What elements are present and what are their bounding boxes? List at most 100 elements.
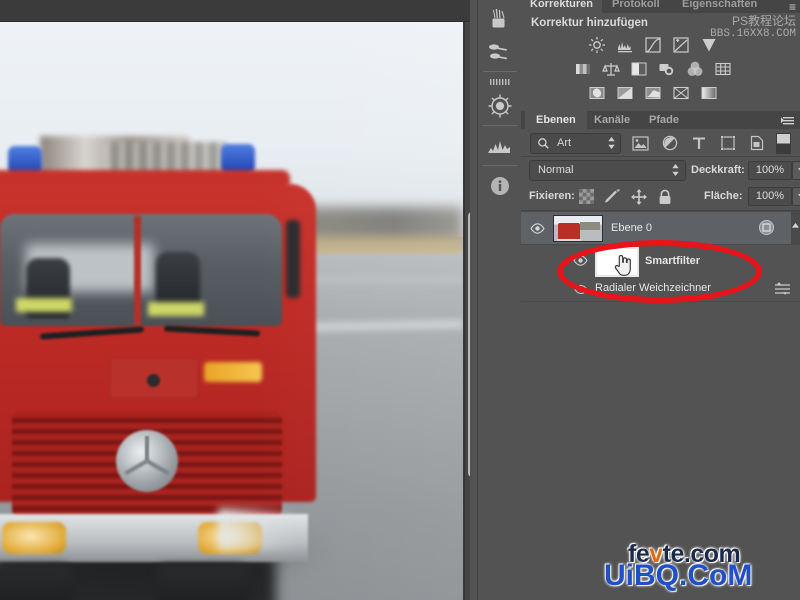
color-wheel-icon[interactable] — [478, 89, 522, 122]
filter-options-icon[interactable] — [774, 281, 791, 301]
adjustments-row-2[interactable] — [573, 59, 732, 78]
fill-label: Fläche: — [704, 190, 743, 202]
photoshop-window: Korrekturen Protokoll Eigenschaften ≡ Ko… — [0, 0, 800, 600]
side-mirror — [286, 220, 300, 298]
selective-color-icon[interactable] — [671, 83, 690, 102]
histogram-icon[interactable] — [478, 129, 522, 162]
filter-adjustment-icon[interactable] — [660, 134, 679, 152]
fill-value[interactable]: 100% — [748, 187, 792, 206]
panel-menu-icon[interactable] — [781, 114, 795, 125]
headlight-left — [2, 522, 66, 554]
document-canvas-area[interactable] — [0, 0, 470, 600]
lock-image-icon[interactable] — [604, 188, 621, 205]
opacity-label: Deckkraft: — [691, 164, 745, 176]
spray-blur — [218, 508, 298, 550]
fill-dropdown-arrow[interactable] — [792, 187, 800, 206]
red-ellipse-highlight — [557, 240, 762, 303]
layer-filter-bar[interactable]: Art — [521, 129, 800, 157]
adjustments-title: Korrektur hinzufügen — [531, 17, 648, 29]
watermark-top-url: BBS.16XX8.COM — [710, 28, 796, 40]
stepper-icon[interactable] — [671, 163, 680, 177]
mercedes-star-spoke — [145, 436, 149, 461]
invert-icon[interactable] — [587, 83, 606, 102]
adjustments-row-3[interactable] — [587, 83, 718, 102]
black-white-icon[interactable] — [629, 59, 648, 78]
lock-label: Fixieren: — [529, 190, 575, 202]
layer-visibility-eye-icon[interactable] — [530, 221, 545, 236]
tab-ebenen[interactable]: Ebenen — [525, 111, 587, 129]
watermark-bottom: fevte.com UiBQ.CoM — [604, 540, 794, 592]
windshield-divider — [134, 216, 141, 326]
dock-separator-3 — [483, 165, 517, 166]
layer-kind-select[interactable]: Art — [530, 133, 621, 154]
panel-knob — [147, 374, 160, 387]
wheel-left — [0, 564, 72, 600]
opacity-value[interactable]: 100% — [748, 161, 792, 180]
layers-tab-strip[interactable]: Ebenen Kanäle Pfade — [521, 111, 800, 129]
layer-kind-label: Art — [557, 137, 572, 149]
clone-source-icon[interactable] — [478, 35, 522, 68]
info-icon[interactable] — [478, 169, 522, 202]
gradient-map-icon[interactable] — [699, 83, 718, 102]
amber-indicator — [204, 362, 262, 382]
tab-protokoll[interactable]: Protokoll — [603, 0, 669, 13]
grid-lines-icon[interactable] — [478, 75, 522, 89]
blend-mode-row[interactable]: Normal Deckkraft: 100% — [521, 157, 800, 183]
watermark-top: PS教程论坛 BBS.16XX8.COM — [710, 15, 796, 41]
scrollbar-thumb[interactable] — [468, 212, 470, 477]
stepper-icon[interactable] — [607, 136, 616, 150]
thumbnail-bumper — [557, 239, 581, 241]
tab-pfade[interactable]: Pfade — [638, 111, 690, 129]
exposure-icon[interactable] — [671, 35, 690, 54]
filter-pixel-icon[interactable] — [631, 134, 650, 152]
channel-mixer-icon[interactable] — [685, 59, 704, 78]
posterize-icon[interactable] — [615, 83, 634, 102]
hue-saturation-icon[interactable] — [573, 59, 592, 78]
levels-icon[interactable] — [615, 35, 634, 54]
blend-mode-value: Normal — [538, 164, 574, 176]
adjustments-row-1[interactable] — [587, 35, 718, 54]
layer-name-ebene0[interactable]: Ebene 0 — [611, 222, 652, 234]
vibrance-icon[interactable] — [699, 35, 718, 54]
hi-vis-stripe-right — [148, 302, 204, 316]
layer-list-scrollbar[interactable] — [791, 212, 800, 244]
filter-smartobject-icon[interactable] — [747, 134, 766, 152]
watermark-top-cn: PS教程论坛 — [731, 14, 796, 28]
dock-separator — [483, 71, 517, 72]
tab-eigenschaften[interactable]: Eigenschaften — [673, 0, 767, 13]
tab-kanaele[interactable]: Kanäle — [583, 111, 641, 129]
search-icon — [538, 138, 549, 149]
lock-row[interactable]: Fixieren: Fläche: 100% — [521, 183, 800, 211]
adjustments-tab-strip[interactable]: Korrekturen Protokoll Eigenschaften ≡ — [521, 0, 800, 13]
lock-transparency-icon[interactable] — [578, 188, 595, 205]
brushes-icon[interactable] — [478, 2, 522, 35]
curves-icon[interactable] — [643, 35, 662, 54]
document-image[interactable] — [0, 22, 463, 600]
document-title-bar — [0, 0, 470, 22]
brightness-contrast-icon[interactable] — [587, 35, 606, 54]
truck-thumbnail[interactable] — [553, 215, 603, 242]
panel-dock-strip[interactable] — [477, 0, 523, 600]
filter-type-icon[interactable] — [689, 134, 708, 152]
filter-toggle-switch[interactable] — [776, 133, 791, 154]
lock-all-icon[interactable] — [656, 188, 673, 205]
lock-position-icon[interactable] — [630, 188, 647, 205]
thumbnail-hills — [580, 222, 600, 230]
document-vertical-scrollbar[interactable] — [464, 22, 470, 600]
dock-separator-2 — [483, 125, 517, 126]
photo-filter-icon[interactable] — [657, 59, 676, 78]
blend-mode-select[interactable]: Normal — [529, 160, 686, 181]
tab-korrekturen[interactable]: Korrekturen — [521, 0, 602, 13]
panel-menu-icon[interactable]: ≡ — [789, 0, 796, 13]
scroll-up-arrow[interactable] — [792, 215, 799, 233]
adjustments-panel-body: Korrektur hinzufügen PS教程论坛 BBS.16XX8.CO… — [521, 13, 800, 111]
watermark-uibq: UiBQ.CoM — [604, 559, 753, 592]
fire-truck — [0, 136, 334, 600]
threshold-icon[interactable] — [643, 83, 662, 102]
layers-panel-body: Art Normal Deckkraft: 100% Fixieren: Flä… — [521, 129, 800, 600]
hi-vis-stripe-left — [16, 298, 72, 312]
color-lookup-icon[interactable] — [713, 59, 732, 78]
color-balance-icon[interactable] — [601, 59, 620, 78]
opacity-dropdown-arrow[interactable] — [792, 161, 800, 180]
filter-shape-icon[interactable] — [718, 134, 737, 152]
